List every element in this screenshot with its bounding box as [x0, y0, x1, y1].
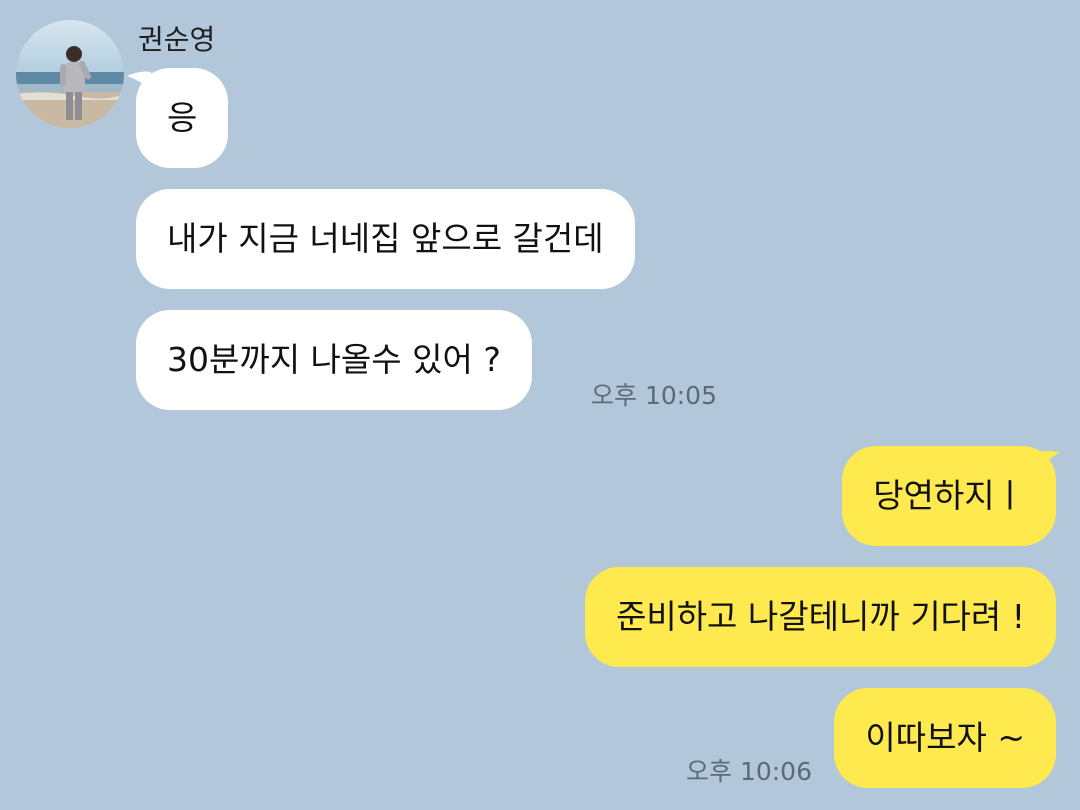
outgoing-timestamp: 오후 10:06 [686, 757, 812, 786]
outgoing-message-1[interactable]: 당연하지ㅣ [842, 446, 1056, 546]
profile-photo-image [16, 20, 124, 128]
outgoing-message-2[interactable]: 준비하고 나갈테니까 기다려 ! [584, 567, 1056, 667]
incoming-message-3[interactable]: 30분까지 나올수 있어 ? [136, 310, 532, 410]
incoming-timestamp: 오후 10:05 [591, 381, 717, 410]
outgoing-message-3[interactable]: 이따보자 ~ [834, 688, 1056, 788]
sender-name: 권순영 [138, 23, 216, 56]
incoming-message-2[interactable]: 내가 지금 너네집 앞으로 갈건데 [136, 189, 635, 289]
incoming-message-1[interactable]: 응 [136, 68, 229, 168]
sender-avatar[interactable] [16, 20, 124, 128]
